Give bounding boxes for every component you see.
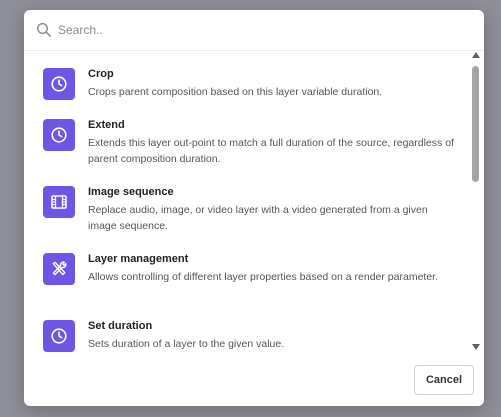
cancel-button[interactable]: Cancel bbox=[414, 365, 474, 395]
item-title: Layer management bbox=[88, 253, 189, 265]
item-description: Replace audio, image, or video layer wit… bbox=[88, 204, 428, 232]
film-icon bbox=[51, 195, 67, 209]
scrollbar[interactable] bbox=[468, 50, 484, 355]
item-description: Extends this layer out-point to match a … bbox=[88, 137, 454, 165]
item-description: Crops parent composition based on this l… bbox=[88, 86, 383, 98]
list-item-crop[interactable]: Crop Crops parent composition based on t… bbox=[24, 68, 468, 108]
search-input[interactable] bbox=[58, 19, 458, 41]
extend-icon-tile bbox=[43, 119, 75, 151]
scroll-thumb[interactable] bbox=[472, 66, 479, 182]
scroll-up-arrow-icon[interactable] bbox=[472, 52, 480, 58]
list-item-layer-management[interactable]: Layer management Allows controlling of d… bbox=[24, 253, 468, 309]
list-item-set-duration[interactable]: Set duration Sets duration of a layer to… bbox=[24, 320, 468, 360]
item-title: Crop bbox=[88, 68, 114, 80]
item-title: Set duration bbox=[88, 320, 153, 332]
item-title: Extend bbox=[88, 119, 125, 131]
list-item-extend[interactable]: Extend Extends this layer out-point to m… bbox=[24, 119, 468, 175]
list-item-image-sequence[interactable]: Image sequence Replace audio, image, or … bbox=[24, 186, 468, 242]
crop-icon-tile bbox=[43, 68, 75, 100]
tools-icon bbox=[52, 261, 67, 276]
action-picker-dialog: Crop Crops parent composition based on t… bbox=[24, 10, 484, 406]
item-description: Sets duration of a layer to the given va… bbox=[88, 338, 285, 350]
search-bar bbox=[24, 10, 484, 51]
action-list: Crop Crops parent composition based on t… bbox=[24, 50, 468, 365]
search-icon bbox=[36, 22, 51, 37]
item-title: Image sequence bbox=[88, 186, 174, 198]
clock-icon bbox=[51, 76, 67, 92]
clock-icon bbox=[51, 328, 67, 344]
item-description: Allows controlling of different layer pr… bbox=[88, 271, 439, 283]
layer-management-icon-tile bbox=[43, 253, 75, 285]
image-sequence-icon-tile bbox=[43, 186, 75, 218]
clock-icon bbox=[51, 127, 67, 143]
set-duration-icon-tile bbox=[43, 320, 75, 352]
scroll-down-arrow-icon[interactable] bbox=[472, 344, 480, 350]
